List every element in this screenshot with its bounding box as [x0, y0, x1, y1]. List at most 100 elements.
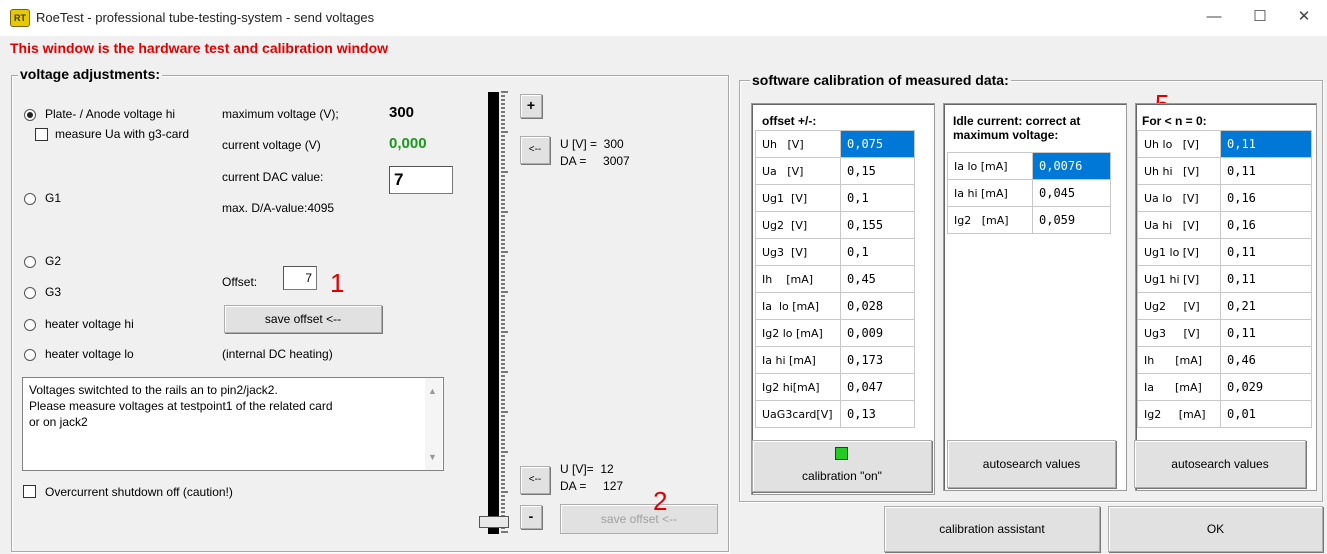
row-label: Uh hi [V]	[1137, 157, 1221, 185]
table-row[interactable]: Ia [mA] 0,029	[1137, 373, 1312, 401]
table-row[interactable]: Ig2 hi[mA] 0,047	[755, 373, 915, 401]
table-row[interactable]: Ia lo [mA] 0,0076	[947, 152, 1111, 180]
close-button[interactable]: ✕	[1281, 0, 1327, 34]
table-row[interactable]: Ig2 [mA] 0,01	[1137, 400, 1312, 428]
info-scrollbar[interactable]: ▲ ▼	[425, 378, 442, 470]
row-value[interactable]: 0,16	[1220, 184, 1312, 212]
scroll-down-icon[interactable]: ▼	[428, 452, 437, 462]
voltage-slider-track[interactable]	[488, 92, 499, 534]
table-row[interactable]: Ua [V] 0,15	[755, 157, 915, 185]
row-value[interactable]: 0,11	[1220, 157, 1312, 185]
slider-plus-button[interactable]: +	[520, 94, 542, 118]
row-value[interactable]: 0,46	[1220, 346, 1312, 374]
current-voltage-label: current voltage (V)	[222, 138, 321, 152]
info-line-3: or on jack2	[29, 415, 88, 429]
calibration-on-button[interactable]: calibration "on"	[752, 440, 932, 492]
table-row[interactable]: Ug1 lo [V] 0,11	[1137, 238, 1312, 266]
save-offset-button[interactable]: save offset <--	[224, 305, 382, 333]
voltage-slider-thumb[interactable]	[479, 515, 509, 528]
table-row[interactable]: Ig2 [mA] 0,059	[947, 206, 1111, 234]
maximize-button[interactable]: ☐	[1237, 0, 1283, 34]
slider-ticks	[501, 91, 508, 533]
row-value[interactable]: 0,01	[1220, 400, 1312, 428]
row-value[interactable]: 0,0076	[1032, 152, 1111, 180]
table-row[interactable]: Ug2 [V] 0,21	[1137, 292, 1312, 320]
row-value[interactable]: 0,11	[1220, 238, 1312, 266]
row-value[interactable]: 0,1	[840, 238, 915, 266]
radio-g3[interactable]	[24, 287, 36, 299]
overcurrent-checkbox[interactable]	[23, 485, 36, 498]
marker-2: 2	[653, 486, 668, 516]
row-value[interactable]: 0,029	[1220, 373, 1312, 401]
row-label: Ug3 [V]	[755, 238, 841, 266]
row-value[interactable]: 0,15	[840, 157, 915, 185]
table-row[interactable]: Ug2 [V] 0,155	[755, 211, 915, 239]
scroll-up-icon[interactable]: ▲	[428, 386, 437, 396]
table-row[interactable]: Ug3 [V] 0,11	[1137, 319, 1312, 347]
row-value[interactable]: 0,047	[840, 373, 915, 401]
idle-autosearch-button[interactable]: autosearch values	[947, 440, 1116, 488]
top-u-label: U [V] = 300	[560, 137, 624, 151]
slider-minus-button[interactable]: -	[520, 505, 542, 529]
radio-g2[interactable]	[24, 256, 36, 268]
table-row[interactable]: Ig2 lo [mA] 0,009	[755, 319, 915, 347]
table-row[interactable]: Ug1 hi [V] 0,11	[1137, 265, 1312, 293]
row-value[interactable]: 0,173	[840, 346, 915, 374]
row-value[interactable]: 0,45	[840, 265, 915, 293]
row-value[interactable]: 0,059	[1032, 206, 1111, 234]
table-row[interactable]: UaG3card[V] 0,13	[755, 400, 915, 428]
calibration-assistant-button[interactable]: calibration assistant	[884, 506, 1100, 552]
top-arrow-button[interactable]: <--	[520, 136, 550, 164]
idle-current-table[interactable]: Ia lo [mA] 0,0076 Ia hi [mA] 0,045 Ig2 [mA] 0…	[947, 152, 1111, 234]
row-value[interactable]: 0,028	[840, 292, 915, 320]
table-row[interactable]: Ua hi [V] 0,16	[1137, 211, 1312, 239]
offset-table[interactable]: Uh [V] 0,075 Ua [V] 0,15 Ug1 [V] 0,1 Ug2 [V] 0,…	[755, 130, 915, 428]
table-row[interactable]: Uh lo [V] 0,11	[1137, 130, 1312, 158]
table-row[interactable]: Ia hi [mA] 0,173	[755, 346, 915, 374]
table-row[interactable]: Ua lo [V] 0,16	[1137, 184, 1312, 212]
radio-heater-lo[interactable]	[24, 349, 36, 361]
table-row[interactable]: Ug3 [V] 0,1	[755, 238, 915, 266]
table-row[interactable]: Ih [mA] 0,45	[755, 265, 915, 293]
row-value[interactable]: 0,11	[1220, 130, 1312, 158]
table-row[interactable]: Ug1 [V] 0,1	[755, 184, 915, 212]
info-textarea[interactable]: Voltages switchted to the rails an to pi…	[22, 377, 444, 471]
row-value[interactable]: 0,155	[840, 211, 915, 239]
ok-button[interactable]: OK	[1108, 506, 1323, 552]
voltage-adjustments-title: voltage adjustments:	[18, 66, 163, 82]
row-label: Ia hi [mA]	[755, 346, 841, 374]
current-dac-input[interactable]: 7	[389, 166, 453, 194]
table-row[interactable]: Ia hi [mA] 0,045	[947, 179, 1111, 207]
row-label: Ih [mA]	[1137, 346, 1221, 374]
row-label: Ug3 [V]	[1137, 319, 1221, 347]
radio-plate-anode[interactable]	[24, 109, 36, 121]
internal-dc-label: (internal DC heating)	[222, 347, 333, 361]
minimize-button[interactable]: —	[1191, 0, 1237, 34]
table-row[interactable]: Ia lo [mA] 0,028	[755, 292, 915, 320]
row-value[interactable]: 0,16	[1220, 211, 1312, 239]
radio-heater-hi[interactable]	[24, 319, 36, 331]
row-value[interactable]: 0,1	[840, 184, 915, 212]
row-value[interactable]: 0,075	[840, 130, 915, 158]
measure-g3-checkbox[interactable]	[35, 128, 48, 141]
table-row[interactable]: Ih [mA] 0,46	[1137, 346, 1312, 374]
row-label: Ig2 lo [mA]	[755, 319, 841, 347]
current-voltage-value: 0,000	[389, 135, 427, 152]
bottom-arrow-button[interactable]: <--	[520, 466, 550, 494]
row-value[interactable]: 0,009	[840, 319, 915, 347]
radio-g1[interactable]	[24, 193, 36, 205]
table-row[interactable]: Uh hi [V] 0,11	[1137, 157, 1312, 185]
calibration-indicator	[835, 447, 848, 460]
row-value[interactable]: 0,045	[1032, 179, 1111, 207]
row-value[interactable]: 0,11	[1220, 265, 1312, 293]
table-row[interactable]: Uh [V] 0,075	[755, 130, 915, 158]
save-offset-disabled-button[interactable]: save offset <--	[560, 504, 718, 534]
n0-autosearch-button[interactable]: autosearch values	[1134, 440, 1306, 488]
n0-table[interactable]: Uh lo [V] 0,11 Uh hi [V] 0,11 Ua lo [V] 0,16 U…	[1137, 130, 1312, 428]
row-value[interactable]: 0,11	[1220, 319, 1312, 347]
row-value[interactable]: 0,21	[1220, 292, 1312, 320]
radio-plate-anode-label: Plate- / Anode voltage hi	[45, 107, 176, 121]
row-value[interactable]: 0,13	[840, 400, 915, 428]
row-label: Ua hi [V]	[1137, 211, 1221, 239]
offset-input[interactable]: 7	[283, 266, 317, 290]
